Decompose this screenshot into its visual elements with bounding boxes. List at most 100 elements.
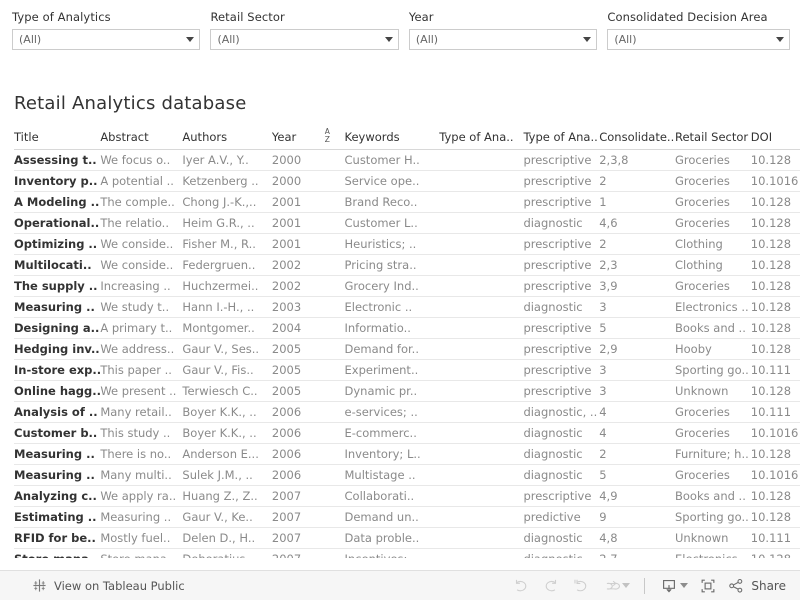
- redo-button[interactable]: [536, 574, 566, 598]
- row-sort-spacer: [321, 548, 345, 558]
- revert-button[interactable]: [566, 574, 596, 598]
- cell-year: 2005: [271, 359, 322, 381]
- undo-button[interactable]: [506, 574, 536, 598]
- row-sort-spacer: [321, 464, 345, 486]
- cell-authors: Anderson E...: [182, 443, 272, 465]
- column-header-retail-sector[interactable]: Retail Sector: [675, 128, 751, 150]
- cell-consolidated: 4: [599, 401, 675, 423]
- cell-title: Store mana..: [14, 548, 101, 558]
- cell-abstract: This paper ..: [100, 359, 183, 381]
- cell-toa2: diagnostic, ..: [523, 401, 600, 423]
- table-row[interactable]: Inventory p.. A potential .. Ketzenberg ..…: [14, 170, 800, 192]
- table-row[interactable]: Designing a.. A primary t.. Montgomer.. 200…: [14, 317, 800, 339]
- row-sort-spacer: [321, 233, 345, 255]
- cell-abstract: The relatio..: [100, 212, 183, 234]
- table-row[interactable]: Assessing t.. We focus o.. Iyer A.V., Y.. 2…: [14, 149, 800, 171]
- cell-authors: Huang Z., Z..: [182, 485, 272, 507]
- column-header-year[interactable]: Year: [271, 128, 322, 150]
- fullscreen-button[interactable]: [693, 574, 723, 598]
- view-on-tableau-public-label: View on Tableau Public: [54, 578, 185, 593]
- cell-toa1: [439, 464, 524, 486]
- cell-doi: 10.111: [750, 527, 800, 549]
- download-dropdown-caret-icon[interactable]: [680, 583, 689, 588]
- cell-title: Optimizing ..: [14, 233, 101, 255]
- cell-title: Multilocati..: [14, 254, 101, 276]
- row-sort-spacer: [321, 149, 345, 171]
- table-row[interactable]: Measuring .. Many multi.. Sulek J.M., .. 20…: [14, 464, 800, 486]
- table-row[interactable]: Measuring .. There is no.. Anderson E... 20…: [14, 443, 800, 465]
- sort-ascending-icon[interactable]: A Z: [321, 128, 345, 150]
- cell-year: 2004: [271, 317, 322, 339]
- cell-sector: Sporting go..: [675, 359, 751, 381]
- table-row[interactable]: Optimizing .. We conside.. Fisher M., R.. 2…: [14, 233, 800, 255]
- cell-title: A Modeling ..: [14, 191, 101, 213]
- cell-toa1: [439, 485, 524, 507]
- table-row[interactable]: Analysis of .. Many retail.. Boyer K.K., .…: [14, 401, 800, 423]
- row-sort-spacer: [321, 527, 345, 549]
- filter-dropdown-consolidated-decision-area[interactable]: (All): [607, 29, 790, 50]
- cell-year: 2005: [271, 380, 322, 402]
- table-row[interactable]: Hedging inv.. We address.. Gaur V., Ses.. 2…: [14, 338, 800, 360]
- cell-toa1: [439, 254, 524, 276]
- cell-authors: Boyer K.K., ..: [182, 401, 272, 423]
- cell-doi: 10.128: [750, 275, 800, 297]
- table-row[interactable]: RFID for be.. Mostly fuel.. Delen D., H.. 2…: [14, 527, 800, 549]
- cell-abstract: A primary t..: [100, 317, 183, 339]
- cell-doi: 10.128: [750, 233, 800, 255]
- cell-title: Inventory p..: [14, 170, 101, 192]
- table-row[interactable]: Analyzing c.. We apply ra.. Huang Z., Z.. 2…: [14, 485, 800, 507]
- column-header-title[interactable]: Title: [14, 128, 101, 150]
- column-header-type-of-analytics-2[interactable]: Type of Ana..: [523, 128, 600, 150]
- redo-icon: [546, 579, 557, 591]
- filter-consolidated-decision-area: Consolidated Decision Area (All): [607, 0, 790, 60]
- column-header-doi[interactable]: DOI: [750, 128, 800, 150]
- view-on-tableau-public-link[interactable]: View on Tableau Public: [32, 578, 185, 593]
- cell-consolidated: 3: [599, 380, 675, 402]
- retail-analytics-table: Title Abstract Authors Year A Z Keywords…: [14, 128, 800, 558]
- column-header-consolidated[interactable]: Consolidate..: [599, 128, 675, 150]
- cell-title: RFID for be..: [14, 527, 101, 549]
- cell-keywords: Customer H..: [344, 149, 440, 171]
- filter-dropdown-year[interactable]: (All): [408, 29, 598, 50]
- table-row[interactable]: Customer b.. This study .. Boyer K.K., .. 2…: [14, 422, 800, 444]
- table-row[interactable]: A Modeling .. The comple.. Chong J.-K.,.. 2…: [14, 191, 800, 213]
- table-row[interactable]: Store mana..Store mana..Dehoratius ..200…: [14, 548, 800, 558]
- cell-toa1: [439, 527, 524, 549]
- cell-abstract: A potential ..: [100, 170, 183, 192]
- share-button[interactable]: Share: [727, 577, 786, 595]
- table-row[interactable]: Measuring .. We study t.. Hann I.-H., .. 20…: [14, 296, 800, 318]
- filter-dropdown-retail-sector[interactable]: (All): [210, 29, 399, 50]
- cell-year: 2006: [271, 464, 322, 486]
- column-header-keywords[interactable]: Keywords: [344, 128, 440, 150]
- table-row[interactable]: The supply .. Increasing .. Huchzermei.. 20…: [14, 275, 800, 297]
- column-header-abstract[interactable]: Abstract: [100, 128, 183, 150]
- cell-toa2: prescriptive: [523, 359, 600, 381]
- refresh-dropdown-caret-icon[interactable]: [622, 583, 631, 588]
- cell-abstract: Measuring ..: [100, 506, 183, 528]
- cell-title: Measuring ..: [14, 296, 101, 318]
- cell-abstract: We conside..: [100, 233, 183, 255]
- cell-toa1: [439, 380, 524, 402]
- filter-dropdown-type-of-analytics[interactable]: (All): [12, 29, 201, 50]
- table-row[interactable]: In-store exp.. This paper .. Gaur V., Fis.…: [14, 359, 800, 381]
- cell-keywords: Collaborati..: [344, 485, 440, 507]
- table-row[interactable]: Multilocati.. We conside.. Federgruen.. 200…: [14, 254, 800, 276]
- cell-year: 2006: [271, 443, 322, 465]
- cell-title: Analysis of ..: [14, 401, 101, 423]
- cell-consolidated: 5: [599, 317, 675, 339]
- table-row[interactable]: Operational.. The relatio.. Heim G.R., .. 2…: [14, 212, 800, 234]
- cell-year: 2000: [271, 170, 322, 192]
- cell-toa2: prescriptive: [523, 191, 600, 213]
- cell-abstract: We study t..: [100, 296, 183, 318]
- cell-consolidated: 4,6: [599, 212, 675, 234]
- table-row[interactable]: Online hagg.. We present .. Terwiesch C.. 2…: [14, 380, 800, 402]
- table-row[interactable]: Estimating .. Measuring .. Gaur V., Ke.. 20…: [14, 506, 800, 528]
- cell-toa2: prescriptive: [523, 485, 600, 507]
- cell-sector: Groceries: [675, 191, 751, 213]
- cell-title: Hedging inv..: [14, 338, 101, 360]
- cell-doi: 10.128: [750, 548, 800, 558]
- column-header-authors[interactable]: Authors: [182, 128, 272, 150]
- column-header-type-of-analytics-1[interactable]: Type of Ana..: [439, 128, 524, 150]
- cell-sector: Electronics ..: [675, 296, 751, 318]
- cell-toa2: prescriptive: [523, 149, 600, 171]
